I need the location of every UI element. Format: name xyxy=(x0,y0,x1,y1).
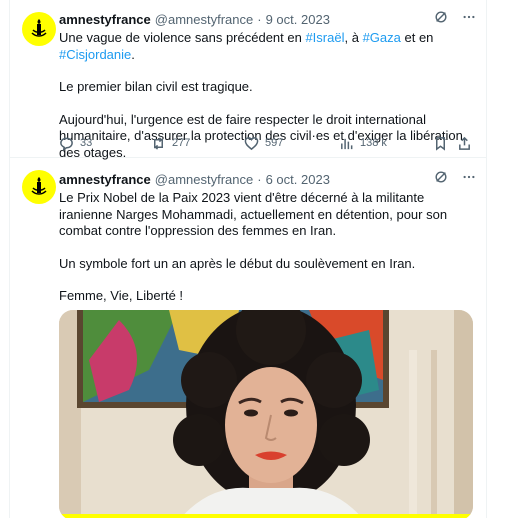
tweet-paragraph: Le premier bilan civil est tragique. xyxy=(59,79,253,94)
views-count: 138 k xyxy=(360,137,387,149)
share-icon xyxy=(459,136,470,150)
repost-count: 277 xyxy=(172,137,191,149)
repost-icon xyxy=(154,136,163,150)
like-button[interactable]: 597 xyxy=(244,136,283,151)
hashtag-link[interactable]: #Israël xyxy=(305,30,344,45)
candle-logo-icon xyxy=(31,177,47,195)
like-count: 597 xyxy=(265,137,284,149)
separator: · xyxy=(257,11,262,27)
tweet-header: amnestyfrance @amnestyfrance · 6 oct. 20… xyxy=(59,169,476,189)
tweet-date[interactable]: 9 oct. 2023 xyxy=(266,12,330,27)
views-icon xyxy=(341,138,353,149)
avatar[interactable] xyxy=(22,12,56,46)
grok-icon[interactable] xyxy=(434,10,448,24)
candle-logo-icon xyxy=(31,19,47,37)
author-handle[interactable]: @amnestyfrance xyxy=(155,12,253,27)
author-name[interactable]: amnestyfrance xyxy=(59,172,151,187)
reply-icon xyxy=(60,137,73,151)
tweet[interactable]: amnestyfrance @amnestyfrance · 9 oct. 20… xyxy=(10,0,486,160)
tweet-paragraph: Une vague de violence sans précédent en … xyxy=(59,30,434,62)
tweet-paragraph: Femme, Vie, Liberté ! xyxy=(59,288,184,303)
repost-button[interactable]: 277 xyxy=(151,136,190,151)
like-icon xyxy=(244,136,259,150)
tweet-paragraph: Un symbole fort un an après le début du … xyxy=(59,255,416,271)
tweet-date[interactable]: 6 oct. 2023 xyxy=(266,172,330,187)
tweet-photo[interactable] xyxy=(59,310,473,518)
tweet-actions: 33 277 597 138 k xyxy=(59,135,477,151)
hashtag-link[interactable]: #Gaza xyxy=(363,30,401,45)
bookmark-icon xyxy=(436,136,445,151)
reply-count: 33 xyxy=(80,137,93,149)
grok-icon[interactable] xyxy=(434,170,448,184)
hashtag-link[interactable]: #Cisjordanie xyxy=(59,47,131,62)
separator: · xyxy=(257,171,262,187)
tweet-text: Le Prix Nobel de la Paix 2023 vient d'êt… xyxy=(59,190,476,305)
share-button[interactable] xyxy=(457,136,472,151)
author-handle[interactable]: @amnestyfrance xyxy=(155,172,253,187)
portrait-photo xyxy=(59,310,473,518)
bookmark-button[interactable] xyxy=(433,136,448,151)
tweet[interactable]: amnestyfrance @amnestyfrance · 6 oct. 20… xyxy=(10,158,486,518)
tweet-paragraph: Le Prix Nobel de la Paix 2023 vient d'êt… xyxy=(59,190,448,238)
reply-button[interactable]: 33 xyxy=(59,136,92,151)
more-icon[interactable] xyxy=(462,10,476,24)
more-icon[interactable] xyxy=(462,170,476,184)
tweet-header: amnestyfrance @amnestyfrance · 9 oct. 20… xyxy=(59,9,476,29)
timeline: amnestyfrance @amnestyfrance · 9 oct. 20… xyxy=(9,0,487,518)
views-button[interactable]: 138 k xyxy=(339,136,387,151)
author-name[interactable]: amnestyfrance xyxy=(59,12,151,27)
avatar[interactable] xyxy=(22,170,56,204)
